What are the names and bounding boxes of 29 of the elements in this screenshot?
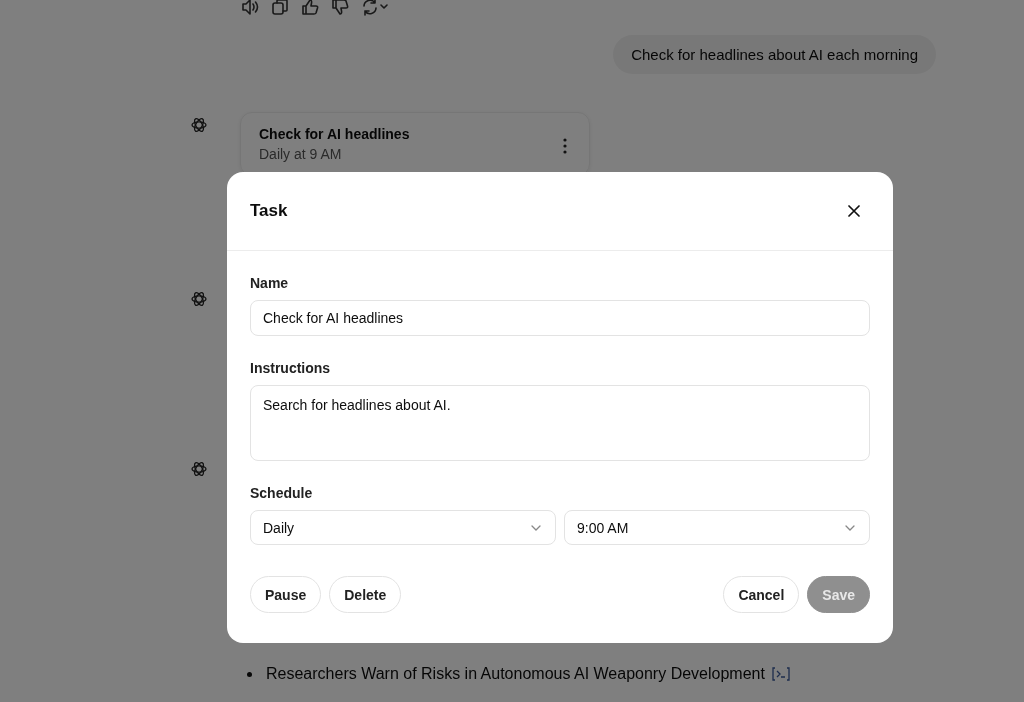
field-label: Schedule	[250, 485, 314, 501]
chevron-down-icon	[531, 524, 541, 531]
assistant-logo-icon	[190, 460, 208, 478]
field-label: Name	[250, 275, 290, 291]
field-label: Instructions	[250, 360, 332, 376]
name-field[interactable]: Check for AI headlines	[250, 300, 870, 336]
assistant-logo-icon	[190, 290, 208, 308]
bullet-icon	[247, 671, 252, 677]
schedule-dropdown[interactable]: Daily	[250, 510, 556, 545]
thumbs-down-icon[interactable]	[330, 0, 350, 17]
dialog-title: Task	[250, 201, 288, 221]
thumbs-up-icon[interactable]	[300, 0, 320, 17]
copy-icon[interactable]	[270, 0, 290, 17]
speaker-icon[interactable]	[240, 0, 260, 17]
headline-text: Researchers Warn of Risks in Autonomous AI Weaponry Development	[266, 665, 765, 683]
chevron-down-icon	[845, 524, 855, 531]
user-message: Check for headlines about AI each morning	[613, 35, 936, 74]
citation-icon[interactable]	[770, 666, 791, 682]
dialog-button[interactable]: Pause	[250, 576, 322, 613]
regenerate-icon[interactable]	[360, 0, 388, 17]
instructions-field[interactable]: Search for headlines about AI.	[250, 385, 870, 461]
task-schedule: Daily at 9 AM	[259, 146, 343, 162]
assistant-logo-icon	[190, 116, 208, 134]
dialog-button[interactable]: Cancel	[723, 576, 800, 613]
task-title: Check for AI headlines	[259, 126, 410, 142]
close-icon[interactable]	[848, 205, 860, 217]
more-options-icon[interactable]	[563, 138, 567, 154]
dialog-button[interactable]: Delete	[329, 576, 402, 613]
schedule-dropdown[interactable]: 9:00 AM	[564, 510, 870, 545]
